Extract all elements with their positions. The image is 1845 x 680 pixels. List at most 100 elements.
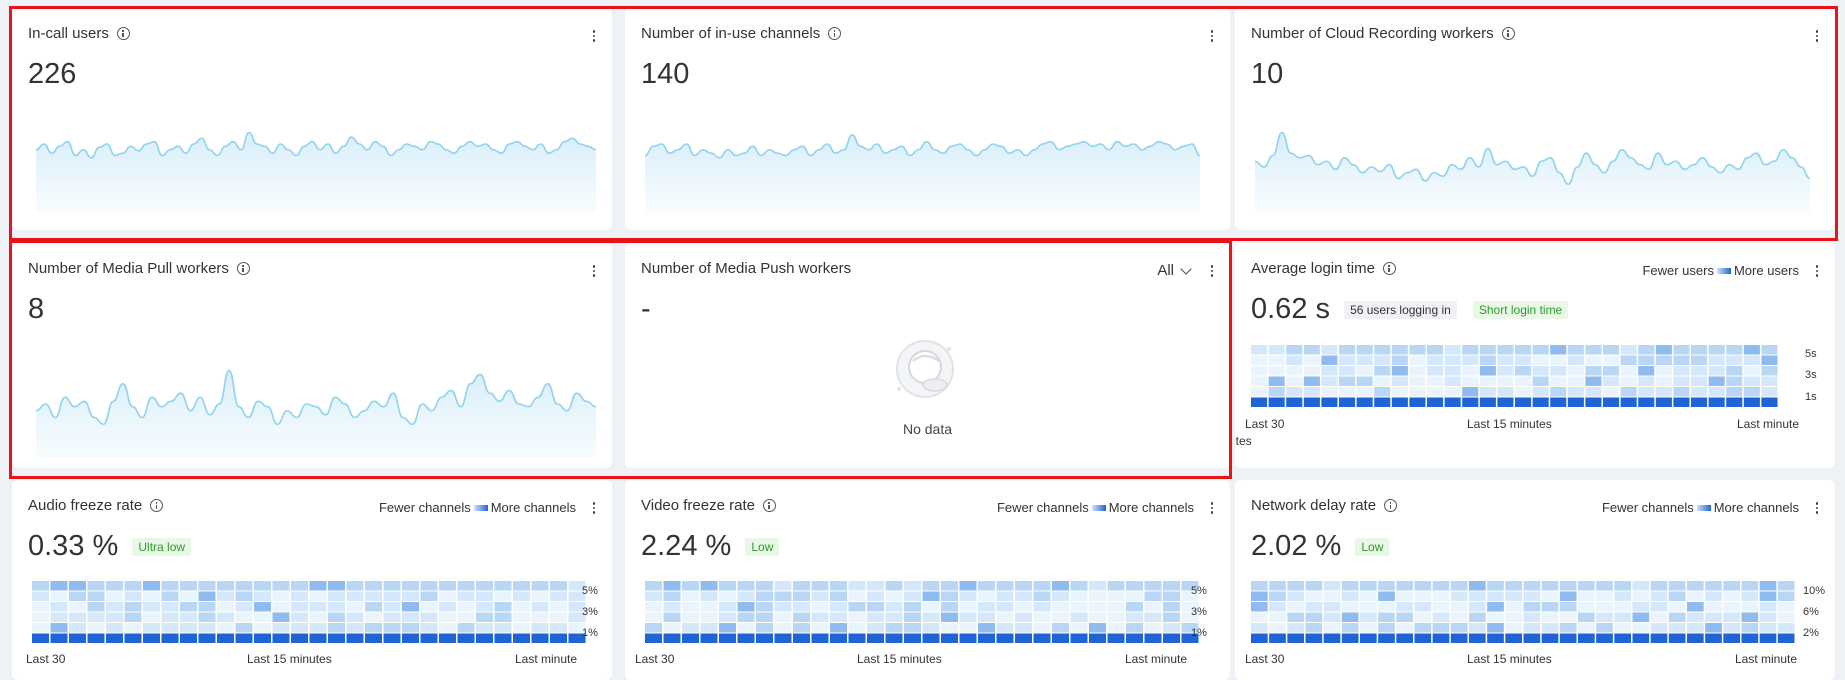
more-options-icon[interactable] xyxy=(592,30,596,44)
heatmap-cell xyxy=(1374,345,1391,355)
heatmap-cell xyxy=(1287,633,1304,643)
heatmap-cell xyxy=(1360,602,1377,612)
info-icon[interactable] xyxy=(116,27,130,40)
heatmap-cell xyxy=(161,591,179,601)
heatmap-cell xyxy=(774,633,792,643)
heatmap-cell xyxy=(756,581,773,591)
heatmap-cell xyxy=(1070,633,1088,643)
heatmap-cell xyxy=(494,581,512,591)
heatmap-chart xyxy=(1251,345,1778,407)
heatmap-cell xyxy=(254,612,271,622)
heatmap-cell xyxy=(1759,581,1777,591)
heatmap-cell xyxy=(217,612,234,622)
info-icon[interactable] xyxy=(236,262,250,275)
heatmap-cell xyxy=(1632,612,1650,622)
heatmap-cell xyxy=(1052,591,1069,601)
heatmap-cell xyxy=(848,612,866,622)
more-options-icon[interactable] xyxy=(1815,502,1819,516)
heatmap-cell xyxy=(1541,602,1559,612)
heatmap-cell xyxy=(1523,633,1541,643)
heatmap-cell xyxy=(1541,612,1559,622)
heatmap-cell xyxy=(941,633,958,643)
heatmap-cell xyxy=(1305,612,1323,622)
heatmap-cell xyxy=(235,591,253,601)
heatmap-cell xyxy=(1585,366,1602,376)
heatmap-cell xyxy=(1777,591,1795,601)
heatmap-cell xyxy=(1427,397,1444,407)
heatmap-cell xyxy=(217,633,234,643)
x-label-left: Last 30 xyxy=(635,652,675,666)
heatmap-cell xyxy=(272,612,290,622)
title-text: Network delay rate xyxy=(1251,497,1377,514)
heatmap-cell xyxy=(1126,633,1143,643)
heatmap-cell xyxy=(328,591,345,601)
more-options-icon[interactable] xyxy=(1210,265,1214,279)
heatmap-cell xyxy=(420,581,438,591)
chevron-down-icon xyxy=(1180,262,1192,275)
heatmap-cell xyxy=(1668,623,1686,633)
info-icon[interactable] xyxy=(150,499,164,512)
more-options-icon[interactable] xyxy=(592,265,596,279)
heatmap-cell xyxy=(737,612,755,622)
heatmap-cell xyxy=(1339,376,1356,386)
heatmap-cell xyxy=(383,623,401,633)
status-badge: Short login time xyxy=(1472,301,1569,320)
info-icon[interactable] xyxy=(762,499,776,512)
heatmap-cell xyxy=(1708,366,1725,376)
more-options-icon[interactable] xyxy=(1815,30,1819,44)
heatmap-cell xyxy=(457,633,475,643)
heatmap-cell xyxy=(365,602,382,612)
heatmap-cell xyxy=(1144,591,1162,601)
heatmap-cell xyxy=(1532,345,1549,355)
heatmap-cell xyxy=(124,623,142,633)
heatmap-cell xyxy=(1620,387,1637,397)
more-options-icon[interactable] xyxy=(1210,30,1214,44)
card-title: Number of Media Pull workers xyxy=(28,260,250,277)
heatmap-cell xyxy=(1391,397,1408,407)
heatmap-cell xyxy=(1515,345,1532,355)
heatmap-cell xyxy=(1743,345,1760,355)
heatmap-cell xyxy=(1052,623,1069,633)
info-icon[interactable] xyxy=(828,27,842,40)
heatmap-cell xyxy=(719,623,736,633)
y-label: 5% xyxy=(582,585,598,597)
heatmap-cell xyxy=(922,581,940,591)
heatmap-cell xyxy=(1341,581,1359,591)
heatmap-cell xyxy=(1303,376,1320,386)
info-icon[interactable] xyxy=(1384,499,1398,512)
heatmap-cell xyxy=(180,591,197,601)
heatmap-cell xyxy=(682,623,699,633)
more-options-icon[interactable] xyxy=(1210,502,1214,516)
more-options-icon[interactable] xyxy=(1815,265,1819,279)
info-icon[interactable] xyxy=(1382,262,1396,275)
heatmap-cell xyxy=(1650,602,1668,612)
heatmap-cell xyxy=(346,623,364,633)
heatmap-cell xyxy=(1559,633,1577,643)
value-text: 2.02 % xyxy=(1251,530,1342,562)
heatmap-cell xyxy=(1126,581,1143,591)
title-text: Number of Media Pull workers xyxy=(28,260,229,277)
heatmap-cell xyxy=(1761,387,1778,397)
filter-dropdown[interactable]: All xyxy=(1157,262,1192,279)
heatmap-cell xyxy=(959,591,977,601)
heatmap-cell xyxy=(198,633,216,643)
heatmap-cell xyxy=(1432,581,1450,591)
heatmap-cell xyxy=(1251,366,1268,376)
heatmap-cell xyxy=(1687,602,1704,612)
x-label-right: Last minute xyxy=(1125,652,1188,666)
heatmap-cell xyxy=(978,623,995,633)
audio-freeze-rate-card: Audio freeze rate Fewer channels More cha… xyxy=(12,480,612,680)
status-badge: Ultra low xyxy=(132,538,192,557)
heatmap-cell xyxy=(1487,612,1504,622)
heatmap-cell xyxy=(1620,366,1637,376)
heatmap-cell xyxy=(1321,387,1338,397)
heatmap-legend: Fewer channels More channels xyxy=(997,500,1194,515)
heatmap-cell xyxy=(402,602,419,612)
more-options-icon[interactable] xyxy=(592,502,596,516)
heatmap-cell xyxy=(1532,397,1549,407)
heatmap-cell xyxy=(32,591,49,601)
heatmap-cell xyxy=(1723,633,1740,643)
info-icon[interactable] xyxy=(1501,27,1515,40)
heatmap-cell xyxy=(1603,387,1620,397)
heatmap-cell xyxy=(1033,623,1051,633)
